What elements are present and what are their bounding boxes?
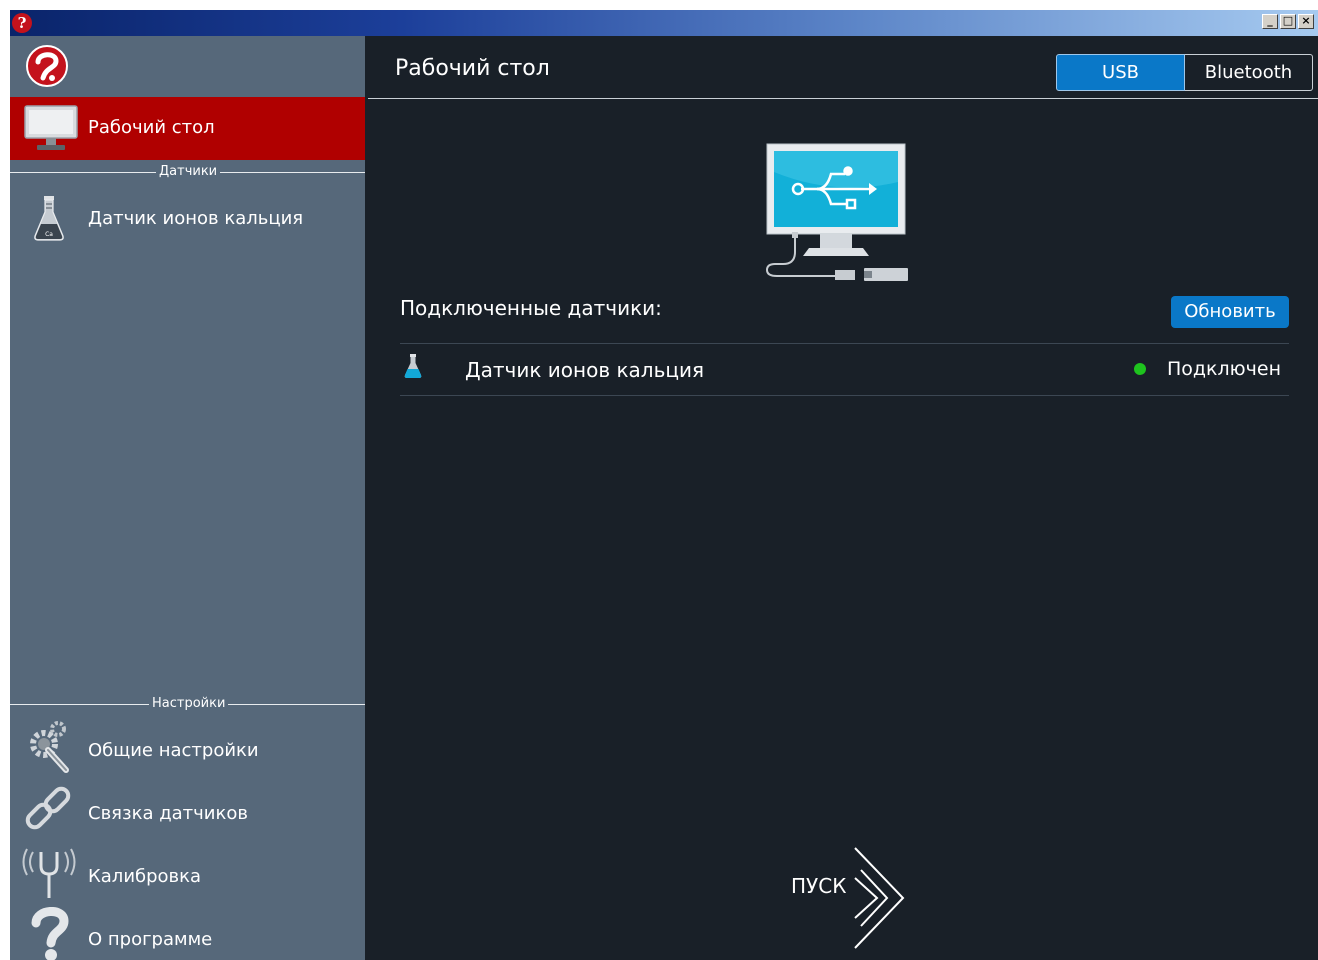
sidebar-item-label: Калибровка (88, 866, 202, 887)
row-divider-bottom (400, 395, 1289, 396)
sidebar-item-label: Датчик ионов кальция (88, 208, 304, 229)
app-logo-icon: ? (12, 13, 32, 33)
question-icon (31, 907, 69, 960)
close-button[interactable]: × (1298, 14, 1314, 29)
brand-logo-icon (26, 45, 68, 87)
status-indicator (1134, 363, 1146, 375)
connected-sensors-label: Подключенные датчики: (400, 296, 662, 320)
start-button[interactable]: ПУСК (783, 844, 913, 954)
sidebar: Рабочий стол Датчики Ca Датчик ионов кал… (10, 36, 365, 960)
monitor-icon (24, 105, 78, 150)
title-bar[interactable]: ? _ □ × (10, 10, 1318, 36)
sensor-row[interactable]: Датчик ионов кальция (400, 344, 1289, 395)
page-title: Рабочий стол (395, 56, 550, 81)
section-title: Настройки (149, 696, 229, 712)
app-window: ? _ □ × Рабочий стол Датчики Ca Датчик и… (10, 10, 1318, 960)
sidebar-item-about[interactable]: О программе (10, 907, 365, 960)
settings-section-header: Настройки (10, 696, 365, 712)
tab-bluetooth[interactable]: Bluetooth (1185, 54, 1313, 91)
sidebar-item-sensor-link[interactable]: Связка датчиков (10, 781, 365, 839)
sidebar-item-general-settings[interactable]: Общие настройки (10, 718, 365, 776)
section-title: Датчики (156, 164, 221, 180)
calcium-flask-icon: Ca (34, 196, 64, 241)
tab-usb[interactable]: USB (1056, 54, 1185, 91)
svg-text:Ca: Ca (45, 231, 53, 238)
tuning-fork-icon (22, 848, 76, 898)
start-label: ПУСК (791, 874, 847, 898)
chain-link-icon (25, 786, 71, 830)
chevrons-right-icon (854, 847, 905, 949)
flask-icon (404, 354, 422, 378)
sidebar-item-label: Связка датчиков (88, 803, 248, 824)
sidebar-item-desktop[interactable]: Рабочий стол (10, 97, 365, 160)
gears-icon (30, 721, 69, 773)
sensors-section-header: Датчики (10, 164, 365, 180)
sidebar-item-label: О программе (88, 929, 213, 950)
status-badge: Подключен (1167, 358, 1281, 380)
minimize-button[interactable]: _ (1262, 14, 1278, 29)
refresh-button[interactable]: Обновить (1171, 296, 1289, 328)
usb-monitor-icon (765, 143, 908, 281)
sidebar-item-label: Рабочий стол (88, 117, 215, 138)
sidebar-item-label: Общие настройки (88, 740, 259, 761)
sidebar-item-calcium-sensor[interactable]: Ca Датчик ионов кальция (10, 194, 365, 244)
sensor-name: Датчик ионов кальция (465, 358, 705, 382)
main-panel: Рабочий стол USB Bluetooth Подключенные … (365, 36, 1318, 960)
maximize-button[interactable]: □ (1280, 14, 1296, 29)
sidebar-item-calibration[interactable]: Калибровка (10, 844, 365, 902)
header-divider (368, 98, 1318, 99)
